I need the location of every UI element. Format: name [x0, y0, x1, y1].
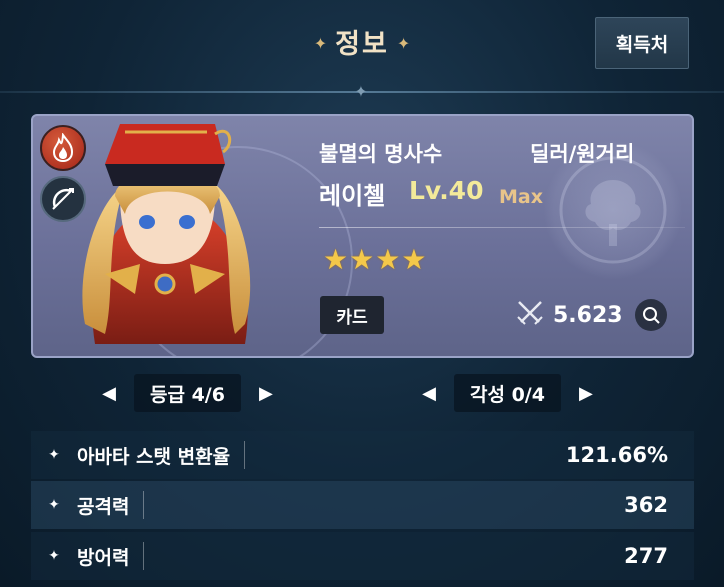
info-divider: [319, 227, 685, 228]
bow-icon: [40, 176, 86, 222]
awaken-selector: ◀ 각성 0/4 ▶: [418, 374, 597, 412]
stat-label: 공격력: [77, 495, 130, 518]
character-card: 불멸의 명사수 딜러/원거리 레이첼 Lv.40 Max ★ ★ ★ ★ 카드 5.6…: [31, 114, 694, 358]
level-max-label: Max: [499, 186, 543, 208]
title-ornament-left-icon: ✦: [313, 34, 328, 53]
source-button[interactable]: 획득처: [595, 17, 689, 69]
star-icon: ★: [349, 243, 375, 276]
stat-value: 277: [624, 544, 668, 568]
stat-row: ✦ 아바타 스탯 변환율 121.66%: [31, 431, 694, 479]
grade-value: 등급 4/6: [134, 374, 241, 412]
star-icon: ★: [323, 243, 349, 276]
grade-next-arrow-icon[interactable]: ▶: [255, 374, 277, 412]
stat-separator: [244, 441, 246, 469]
stat-value: 121.66%: [565, 443, 668, 467]
character-level: Lv.40: [409, 176, 484, 205]
card-badge[interactable]: 카드: [320, 296, 384, 334]
stat-separator: [143, 491, 145, 519]
page-title: 정보: [335, 29, 389, 60]
stat-row: ✦ 공격력 362: [31, 481, 694, 529]
divider-ornament-icon: ✦: [354, 82, 368, 101]
awaken-value: 각성 0/4: [454, 374, 561, 412]
awaken-next-arrow-icon[interactable]: ▶: [575, 374, 597, 412]
star-rating: ★ ★ ★ ★: [323, 246, 426, 274]
star-icon: ★: [375, 243, 401, 276]
character-role: 딜러/원거리: [530, 142, 635, 166]
combat-power-value: 5.623: [553, 302, 623, 328]
header: ✦ 정보 ✦ 획득처 ✦: [0, 0, 724, 101]
grade-prev-arrow-icon[interactable]: ◀: [98, 374, 120, 412]
character-portrait: [82, 124, 251, 344]
stat-row: ✦ 방어력 277: [31, 532, 694, 580]
bullet-icon: ✦: [48, 548, 60, 564]
stat-label: 방어력: [77, 546, 130, 569]
magnifier-icon: [642, 307, 660, 324]
combat-power: 5.623: [515, 298, 667, 332]
crossed-swords-icon: [515, 298, 545, 332]
fire-icon: [40, 125, 86, 171]
power-detail-button[interactable]: [634, 299, 667, 331]
stat-separator: [143, 542, 145, 570]
title-ornament-right-icon: ✦: [396, 34, 411, 53]
stat-label: 아바타 스탯 변환율: [77, 445, 231, 468]
grade-selector: ◀ 등급 4/6 ▶: [98, 374, 277, 412]
awaken-prev-arrow-icon[interactable]: ◀: [418, 374, 440, 412]
stat-value: 362: [624, 493, 668, 517]
bullet-icon: ✦: [48, 497, 60, 513]
bullet-icon: ✦: [48, 447, 60, 463]
star-icon: ★: [401, 243, 427, 276]
character-title: 불멸의 명사수: [319, 142, 443, 166]
character-name: 레이첼: [319, 182, 386, 210]
